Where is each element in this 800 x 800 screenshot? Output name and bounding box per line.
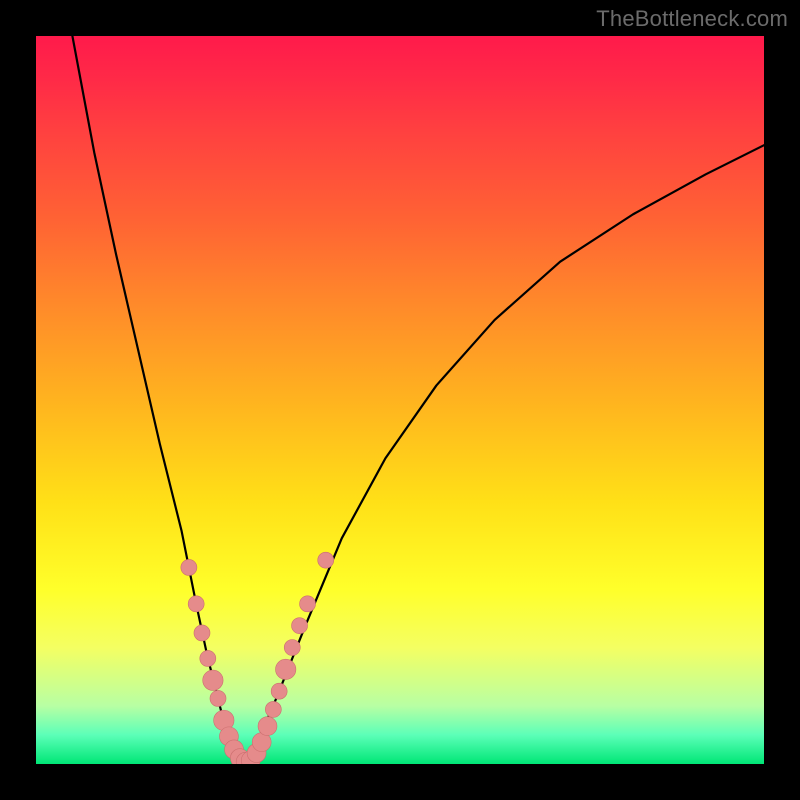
data-marker [210,690,226,706]
chart-svg [36,36,764,764]
data-marker [203,670,223,690]
bottleneck-curve [72,36,764,762]
curve-path [72,36,764,762]
data-markers [181,552,334,764]
data-marker [200,650,216,666]
data-marker [258,717,277,736]
chart-frame: TheBottleneck.com [0,0,800,800]
data-marker [265,701,281,717]
data-marker [276,659,296,679]
data-marker [284,640,300,656]
data-marker [194,625,210,641]
plot-area [36,36,764,764]
data-marker [181,559,197,575]
watermark-text: TheBottleneck.com [596,6,788,32]
data-marker [292,618,308,634]
data-marker [271,683,287,699]
data-marker [300,596,316,612]
data-marker [318,552,334,568]
data-marker [188,596,204,612]
